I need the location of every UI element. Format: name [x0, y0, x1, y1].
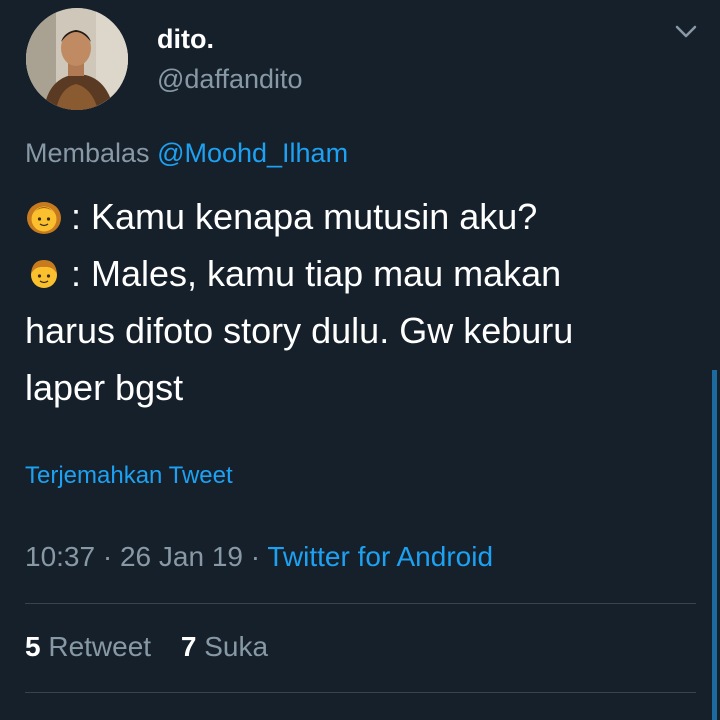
- tweet-line-4: laper bgst: [25, 367, 184, 408]
- reply-context: Membalas @Moohd_Ilham: [25, 138, 348, 169]
- tweet-line: : Males, kamu tiap mau makan: [25, 245, 705, 302]
- tweet-line-3: harus difoto story dulu. Gw keburu: [25, 310, 574, 351]
- tweet-line: : Kamu kenapa mutusin aku?: [25, 188, 705, 245]
- tweet-stats: 5 Retweet 7 Suka: [25, 631, 290, 663]
- retweets-label: Retweet: [48, 631, 152, 662]
- tweet-source-link[interactable]: Twitter for Android: [267, 541, 493, 572]
- tweet-time: 10:37: [25, 541, 96, 572]
- scrollbar[interactable]: [712, 370, 717, 720]
- divider: [25, 692, 696, 693]
- tweet-date: 26 Jan 19: [119, 541, 243, 572]
- tweet-body: : Kamu kenapa mutusin aku? : Males, kamu…: [25, 188, 705, 416]
- chevron-down-icon[interactable]: [674, 22, 698, 42]
- meta-separator: ·: [250, 541, 261, 572]
- divider: [25, 603, 696, 604]
- tweet-line-2-text: : Males, kamu tiap mau makan: [71, 253, 562, 294]
- reply-mention-link[interactable]: @Moohd_Ilham: [157, 138, 348, 168]
- tweet-line-1-text: : Kamu kenapa mutusin aku?: [71, 196, 538, 237]
- user-avatar-photo: [26, 8, 128, 110]
- likes-stat[interactable]: 7 Suka: [181, 631, 268, 662]
- retweets-count: 5: [25, 631, 41, 662]
- author-handle[interactable]: @daffandito: [157, 64, 303, 95]
- reply-prefix: Membalas: [25, 138, 150, 168]
- likes-label: Suka: [204, 631, 269, 662]
- translate-tweet-link[interactable]: Terjemahkan Tweet: [25, 462, 233, 490]
- meta-separator: ·: [102, 541, 113, 572]
- boy-emoji-icon: [31, 260, 57, 288]
- girl-emoji-icon: [27, 202, 61, 234]
- tweet-metadata: 10:37 · 26 Jan 19 · Twitter for Android: [25, 541, 493, 573]
- avatar[interactable]: [26, 8, 128, 110]
- author-display-name[interactable]: dito.: [157, 24, 214, 55]
- likes-count: 7: [180, 631, 197, 662]
- retweets-stat[interactable]: 5 Retweet: [25, 631, 151, 662]
